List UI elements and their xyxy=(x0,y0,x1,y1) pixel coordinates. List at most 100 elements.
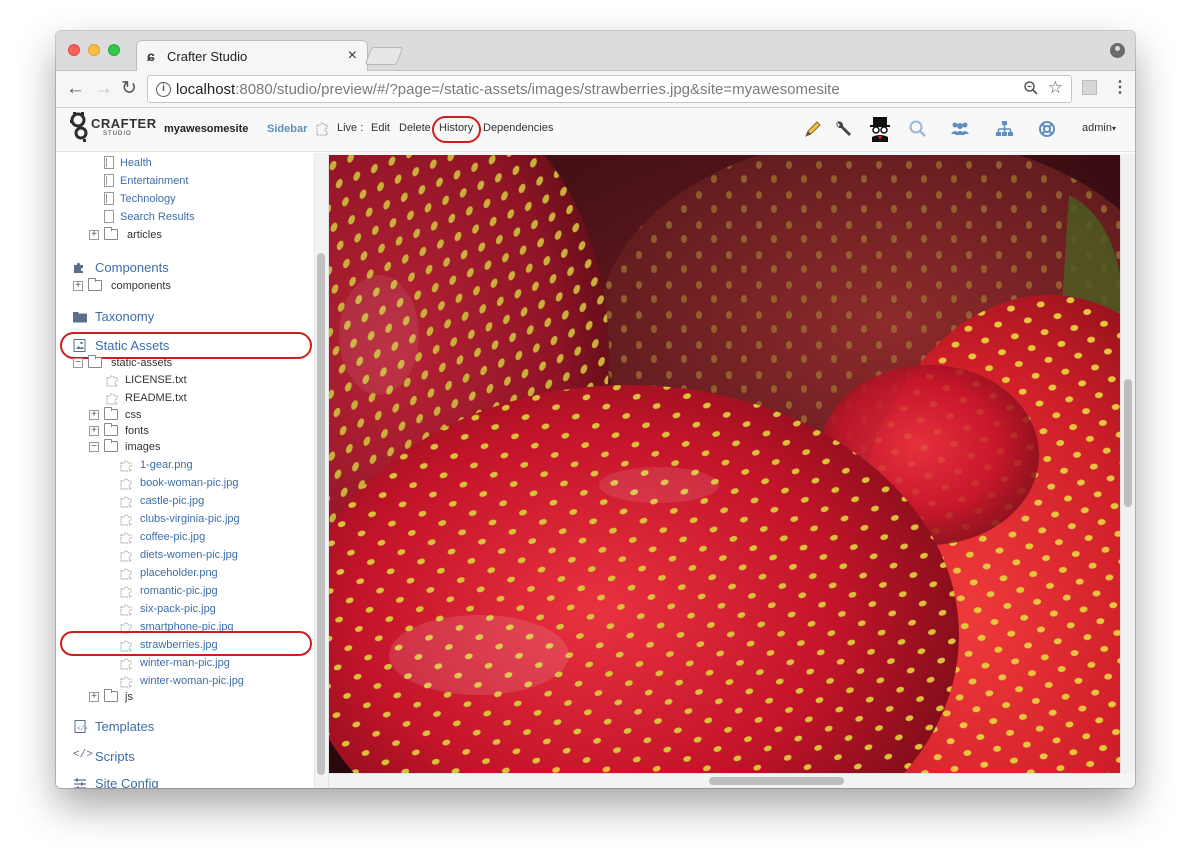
folder-icon xyxy=(88,278,102,291)
info-icon[interactable]: i xyxy=(156,82,171,97)
page-icon xyxy=(104,192,114,205)
tab-crafter-studio[interactable]: ɕ Crafter Studio × xyxy=(136,40,368,72)
image-file-label: diets-women-pic.jpg xyxy=(140,549,238,561)
preview-horizontal-scroll-thumb[interactable] xyxy=(709,777,844,785)
tree-item-label: LICENSE.txt xyxy=(125,374,187,386)
url-host: localhost xyxy=(176,81,236,98)
section-label: Components xyxy=(95,260,169,275)
tree-item-label: Search Results xyxy=(120,211,195,223)
search-icon[interactable] xyxy=(907,118,929,140)
forward-icon[interactable]: → xyxy=(94,77,113,101)
asset-file-icon xyxy=(106,375,118,387)
image-file-label: winter-woman-pic.jpg xyxy=(140,675,244,687)
asset-file-icon xyxy=(120,676,132,688)
help-icon[interactable] xyxy=(1036,118,1058,140)
tree-item-label: README.txt xyxy=(125,392,187,404)
tree-item-label: static-assets xyxy=(111,357,173,369)
sidebar-scrollbar-thumb[interactable] xyxy=(317,253,325,775)
delete-action[interactable]: Delete xyxy=(399,122,431,134)
reload-icon[interactable]: ↻ xyxy=(121,77,137,101)
folder-icon xyxy=(104,423,118,436)
profile-icon[interactable] xyxy=(1110,43,1125,58)
expand-icon[interactable]: + xyxy=(89,692,99,702)
expand-icon[interactable]: + xyxy=(89,410,99,420)
browser-toolbar: ← → ↻ i localhost:8080/studio/preview/#/… xyxy=(56,71,1135,108)
section-label: Site Config xyxy=(95,776,159,788)
back-icon[interactable]: ← xyxy=(66,77,85,101)
chrome-menu-icon[interactable]: ⋮ xyxy=(1112,77,1128,99)
preview-image xyxy=(329,155,1120,773)
asset-file-icon xyxy=(120,658,132,670)
image-file-label: 1-gear.png xyxy=(140,459,193,471)
browser-window: ɕ Crafter Studio × ← → ↻ i localhost:808… xyxy=(56,31,1135,788)
asset-file-icon xyxy=(120,532,132,544)
crafter-logo[interactable]: CRAFTER STUDIO xyxy=(69,110,156,146)
strawberries-photo xyxy=(329,155,1120,773)
sliders-icon xyxy=(74,778,86,788)
tree-item-label: fonts xyxy=(125,425,149,437)
code-icon: </> xyxy=(73,749,93,761)
open-folder-icon xyxy=(104,439,118,452)
svg-text:</>: </> xyxy=(77,725,87,732)
section-label: Templates xyxy=(95,719,155,734)
new-tab-button[interactable] xyxy=(364,47,404,65)
collapse-icon[interactable]: − xyxy=(89,442,99,452)
page-icon xyxy=(104,156,114,169)
expand-icon[interactable]: + xyxy=(89,230,99,240)
page-icon xyxy=(104,210,114,223)
extension-icon[interactable] xyxy=(1082,80,1097,95)
wrench-icon[interactable] xyxy=(832,118,854,140)
template-file-icon: </> xyxy=(74,720,87,733)
tree-item-label: Health xyxy=(120,157,152,169)
users-icon[interactable] xyxy=(949,118,971,140)
asset-file-icon xyxy=(120,514,132,526)
open-folder-icon xyxy=(88,355,102,368)
tree-item-label: Entertainment xyxy=(120,175,189,187)
live-label: Live : xyxy=(337,122,364,134)
url-text: localhost:8080/studio/preview/#/?page=/s… xyxy=(176,81,840,98)
sidebar-toggle[interactable]: Sidebar xyxy=(267,123,307,135)
tree-item-label: images xyxy=(125,441,161,453)
zoom-icon[interactable] xyxy=(1023,80,1039,96)
asset-file-icon xyxy=(120,604,132,616)
tree-item-label: css xyxy=(125,409,142,421)
image-file-label: book-woman-pic.jpg xyxy=(140,477,239,489)
preview-vertical-scroll-thumb[interactable] xyxy=(1124,379,1132,507)
image-file-label: romantic-pic.jpg xyxy=(140,585,218,597)
bookmark-star-icon[interactable]: ☆ xyxy=(1048,78,1063,98)
edit-action[interactable]: Edit xyxy=(371,122,390,134)
user-name: admin xyxy=(1082,122,1112,134)
logo-subtext: STUDIO xyxy=(103,131,132,137)
user-menu[interactable]: admin▾ xyxy=(1082,122,1116,134)
site-name[interactable]: myawesomesite xyxy=(164,123,248,135)
tab-close-icon[interactable]: × xyxy=(348,47,357,65)
asset-file-icon xyxy=(106,393,118,405)
dependencies-action[interactable]: Dependencies xyxy=(483,122,553,134)
address-bar[interactable]: i localhost:8080/studio/preview/#/?page=… xyxy=(147,75,1072,103)
history-highlight xyxy=(432,116,481,143)
puzzle-icon xyxy=(74,262,83,273)
studio-header: CRAFTER STUDIO myawesomesite Sidebar Liv… xyxy=(56,108,1135,152)
pencil-icon[interactable] xyxy=(802,118,824,140)
expand-icon[interactable]: + xyxy=(89,426,99,436)
minimize-window-button[interactable] xyxy=(88,44,100,56)
tree-item-label: Technology xyxy=(120,193,176,205)
sitemap-icon[interactable] xyxy=(993,118,1015,140)
sidebar: Health Entertainment Technology Search R… xyxy=(56,153,328,788)
folder-icon xyxy=(104,227,118,240)
page-icon xyxy=(104,174,114,187)
folder-icon xyxy=(73,312,87,323)
expand-icon[interactable]: + xyxy=(73,281,83,291)
close-window-button[interactable] xyxy=(68,44,80,56)
crafter-favicon-icon: ɕ xyxy=(147,48,155,64)
strawberries-highlight xyxy=(60,631,312,656)
image-file-label: clubs-virginia-pic.jpg xyxy=(140,513,240,525)
zoom-window-button[interactable] xyxy=(108,44,120,56)
folder-icon xyxy=(104,407,118,420)
crafter-gear-icon xyxy=(70,112,88,142)
folder-icon xyxy=(104,689,118,702)
incognito-preview-icon[interactable] xyxy=(868,115,892,143)
asset-file-icon xyxy=(120,478,132,490)
image-file-label: castle-pic.jpg xyxy=(140,495,205,507)
collapse-icon[interactable]: − xyxy=(73,358,83,368)
